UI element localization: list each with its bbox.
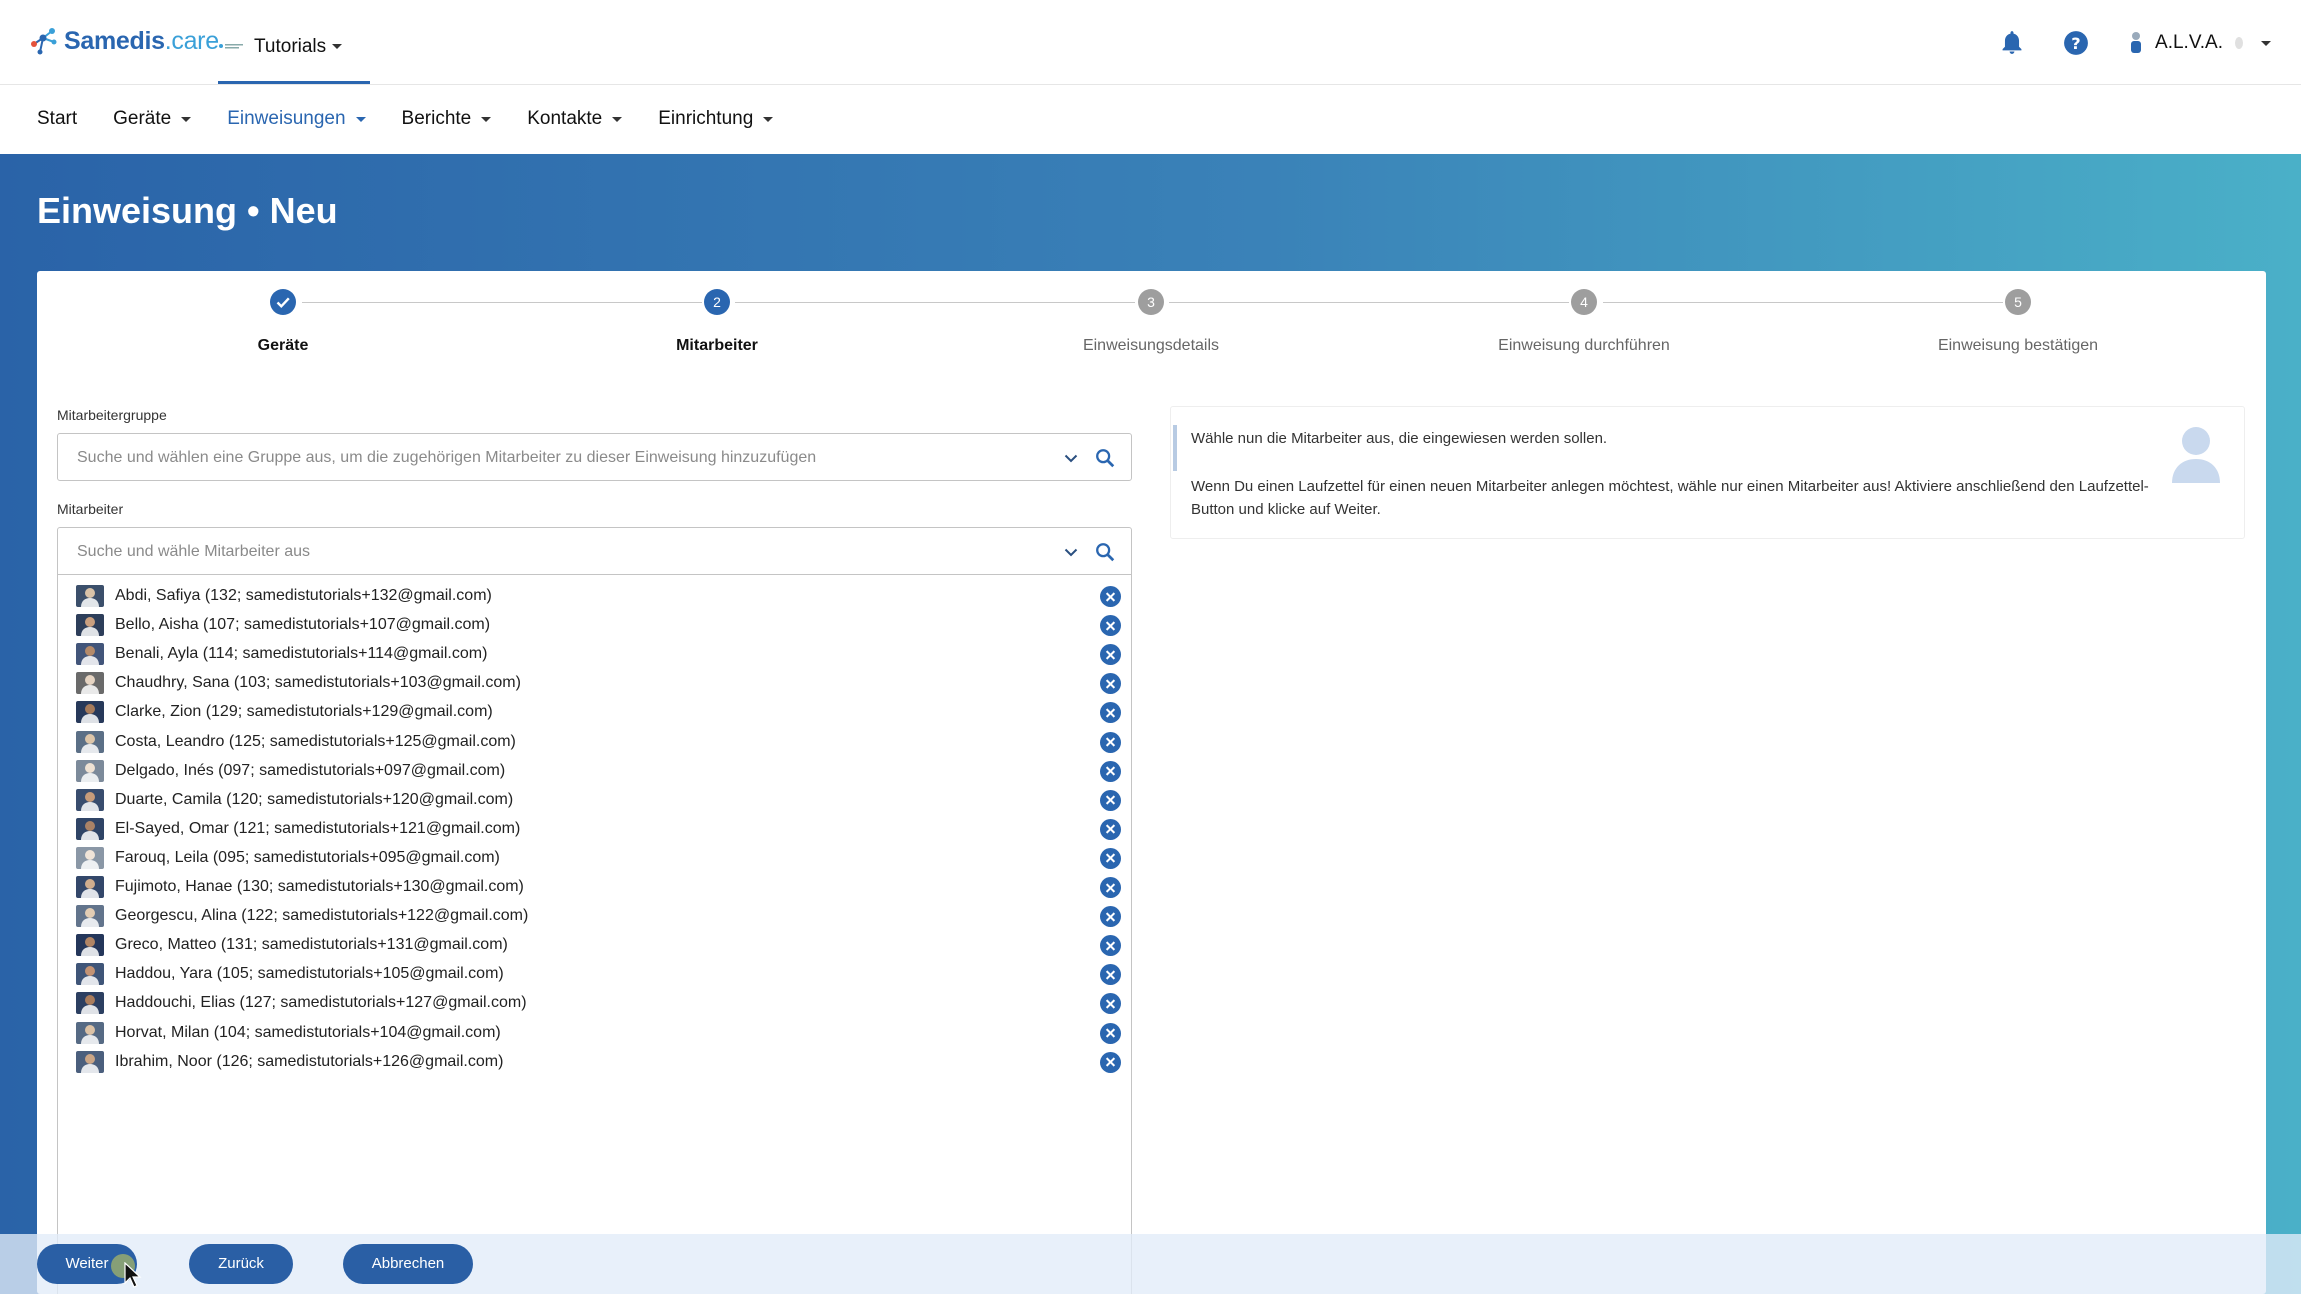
- employee-label: Benali, Ayla (114; samedistutorials+114@…: [115, 645, 488, 663]
- employee-label: Costa, Leandro (125; samedistutorials+12…: [115, 732, 516, 750]
- step-label: Einweisung durchführen: [1498, 337, 1670, 354]
- user-avatar-icon: [2131, 32, 2142, 53]
- nav-kontakte[interactable]: Kontakte: [527, 108, 623, 130]
- step-einweisung-bestaetigen[interactable]: 5 Einweisung bestätigen: [1918, 289, 2118, 355]
- help-icon[interactable]: ?: [2063, 30, 2089, 56]
- employee-label: Fujimoto, Hanae (130; samedistutorials+1…: [115, 878, 524, 895]
- search-icon[interactable]: [1094, 447, 1116, 469]
- tenant-active-indicator: [218, 81, 370, 84]
- nav-einweisungen[interactable]: Einweisungen: [227, 108, 366, 130]
- cancel-button[interactable]: Abbrechen: [343, 1244, 473, 1284]
- info-text-primary: Wähle nun die Mitarbeiter aus, die einge…: [1191, 430, 1608, 447]
- employee-label: Delgado, Inés (097; samedistutorials+097…: [115, 761, 506, 779]
- bell-icon[interactable]: [1999, 30, 2025, 56]
- tenant-logo-icon: [219, 44, 243, 49]
- step-geraete[interactable]: Geräte: [183, 289, 383, 355]
- chevron-down-icon[interactable]: [1063, 450, 1079, 466]
- top-bar: Samedis.care Tutorials ? A.L.V.A.: [0, 0, 2301, 85]
- employee-row: Ibrahim, Noor (126; samedistutorials+126…: [58, 1041, 1131, 1083]
- chevron-down-icon: [181, 116, 192, 122]
- employee-label: Georgescu, Alina (122; samedistutorials+…: [115, 907, 529, 925]
- step-number: 2: [704, 289, 730, 315]
- info-text-secondary: Wenn Du einen Laufzettel für einen neuen…: [1191, 478, 2149, 518]
- employee-label: Chaudhry, Sana (103; samedistutorials+10…: [115, 674, 521, 692]
- nav-berichte[interactable]: Berichte: [402, 108, 492, 130]
- page-title: Einweisung • Neu: [37, 190, 338, 231]
- employee-search-placeholder: Suche und wähle Mitarbeiter aus: [77, 543, 311, 560]
- group-search-placeholder: Suche und wählen eine Gruppe aus, um die…: [77, 449, 817, 466]
- svg-text:?: ?: [2071, 34, 2080, 53]
- user-name: A.L.V.A.: [2155, 32, 2223, 53]
- brand-name: Samedis.care: [64, 26, 219, 55]
- employee-label: Clarke, Zion (129; samedistutorials+129@…: [115, 703, 493, 721]
- chevron-down-icon: [612, 116, 623, 122]
- step-label: Mitarbeiter: [676, 337, 758, 354]
- step-mitarbeiter[interactable]: 2 Mitarbeiter: [617, 289, 817, 355]
- step-number: 5: [2005, 289, 2031, 315]
- user-menu[interactable]: A.L.V.A.: [2127, 31, 2271, 55]
- employee-label: Farouq, Leila (095; samedistutorials+095…: [115, 848, 500, 866]
- selected-employee-list: Abdi, Safiya (132; samedistutorials+132@…: [57, 575, 1132, 1294]
- employee-label: El-Sayed, Omar (121; samedistutorials+12…: [115, 819, 521, 837]
- mouse-cursor-icon: [124, 1262, 142, 1288]
- chevron-down-icon[interactable]: [1063, 544, 1079, 560]
- step-number: 3: [1138, 289, 1164, 315]
- employee-avatar: [76, 1050, 104, 1073]
- step-label: Geräte: [257, 337, 309, 354]
- group-search-input[interactable]: Suche und wählen eine Gruppe aus, um die…: [57, 433, 1132, 481]
- back-button[interactable]: Zurück: [189, 1244, 293, 1284]
- employee-label: Ibrahim, Noor (126; samedistutorials+126…: [115, 1052, 504, 1070]
- employee-field-label: Mitarbeiter: [57, 501, 124, 517]
- tenant-name: Tutorials: [254, 36, 343, 58]
- employee-label: Haddou, Yara (105; samedistutorials+105@…: [115, 965, 504, 983]
- samedis-logo[interactable]: Samedis.care: [28, 26, 219, 56]
- step-number: 4: [1571, 289, 1597, 315]
- main-navigation: Start Geräte Einweisungen Berichte Konta…: [0, 86, 2301, 154]
- nav-geraete[interactable]: Geräte: [113, 108, 192, 130]
- step-einweisungsdetails[interactable]: 3 Einweisungsdetails: [1051, 289, 1251, 355]
- chevron-down-icon: [481, 116, 492, 122]
- step-label: Einweisungsdetails: [1082, 337, 1220, 354]
- employee-label: Greco, Matteo (131; samedistutorials+131…: [115, 936, 508, 954]
- info-accent-bar: [1173, 425, 1177, 471]
- wizard-card: Geräte 2 Mitarbeiter 3 Einweisungsdetail…: [37, 271, 2266, 1294]
- info-box: Wähle nun die Mitarbeiter aus, die einge…: [1170, 406, 2245, 539]
- logo-network-icon: [31, 28, 57, 55]
- employee-label: Abdi, Safiya (132; samedistutorials+132@…: [115, 587, 492, 604]
- search-icon[interactable]: [1094, 541, 1116, 563]
- step-label: Einweisung bestätigen: [1937, 337, 2099, 354]
- person-icon: [2172, 427, 2220, 483]
- employee-label: Bello, Aisha (107; samedistutorials+107@…: [115, 616, 491, 634]
- tenant-selector[interactable]: Tutorials: [218, 24, 370, 84]
- employee-search-input[interactable]: Suche und wähle Mitarbeiter aus: [57, 527, 1132, 575]
- nav-start[interactable]: Start: [37, 108, 77, 130]
- chevron-down-icon: [332, 44, 343, 50]
- chevron-down-icon: [2261, 40, 2271, 46]
- chevron-down-icon: [763, 116, 774, 122]
- remove-employee-icon[interactable]: [1100, 1051, 1121, 1073]
- user-status-icon: [2235, 37, 2243, 49]
- check-icon: [270, 289, 296, 315]
- employee-label: Horvat, Milan (104; samedistutorials+104…: [115, 1023, 501, 1041]
- employee-label: Haddouchi, Elias (127; samedistutorials+…: [115, 994, 527, 1012]
- chevron-down-icon: [355, 116, 366, 122]
- employee-label: Duarte, Camila (120; samedistutorials+12…: [115, 790, 514, 808]
- step-einweisung-durchfuehren[interactable]: 4 Einweisung durchführen: [1484, 289, 1684, 355]
- nav-einrichtung[interactable]: Einrichtung: [658, 108, 774, 130]
- wizard-stepper: Geräte 2 Mitarbeiter 3 Einweisungsdetail…: [37, 289, 2266, 359]
- group-field-label: Mitarbeitergruppe: [57, 407, 167, 423]
